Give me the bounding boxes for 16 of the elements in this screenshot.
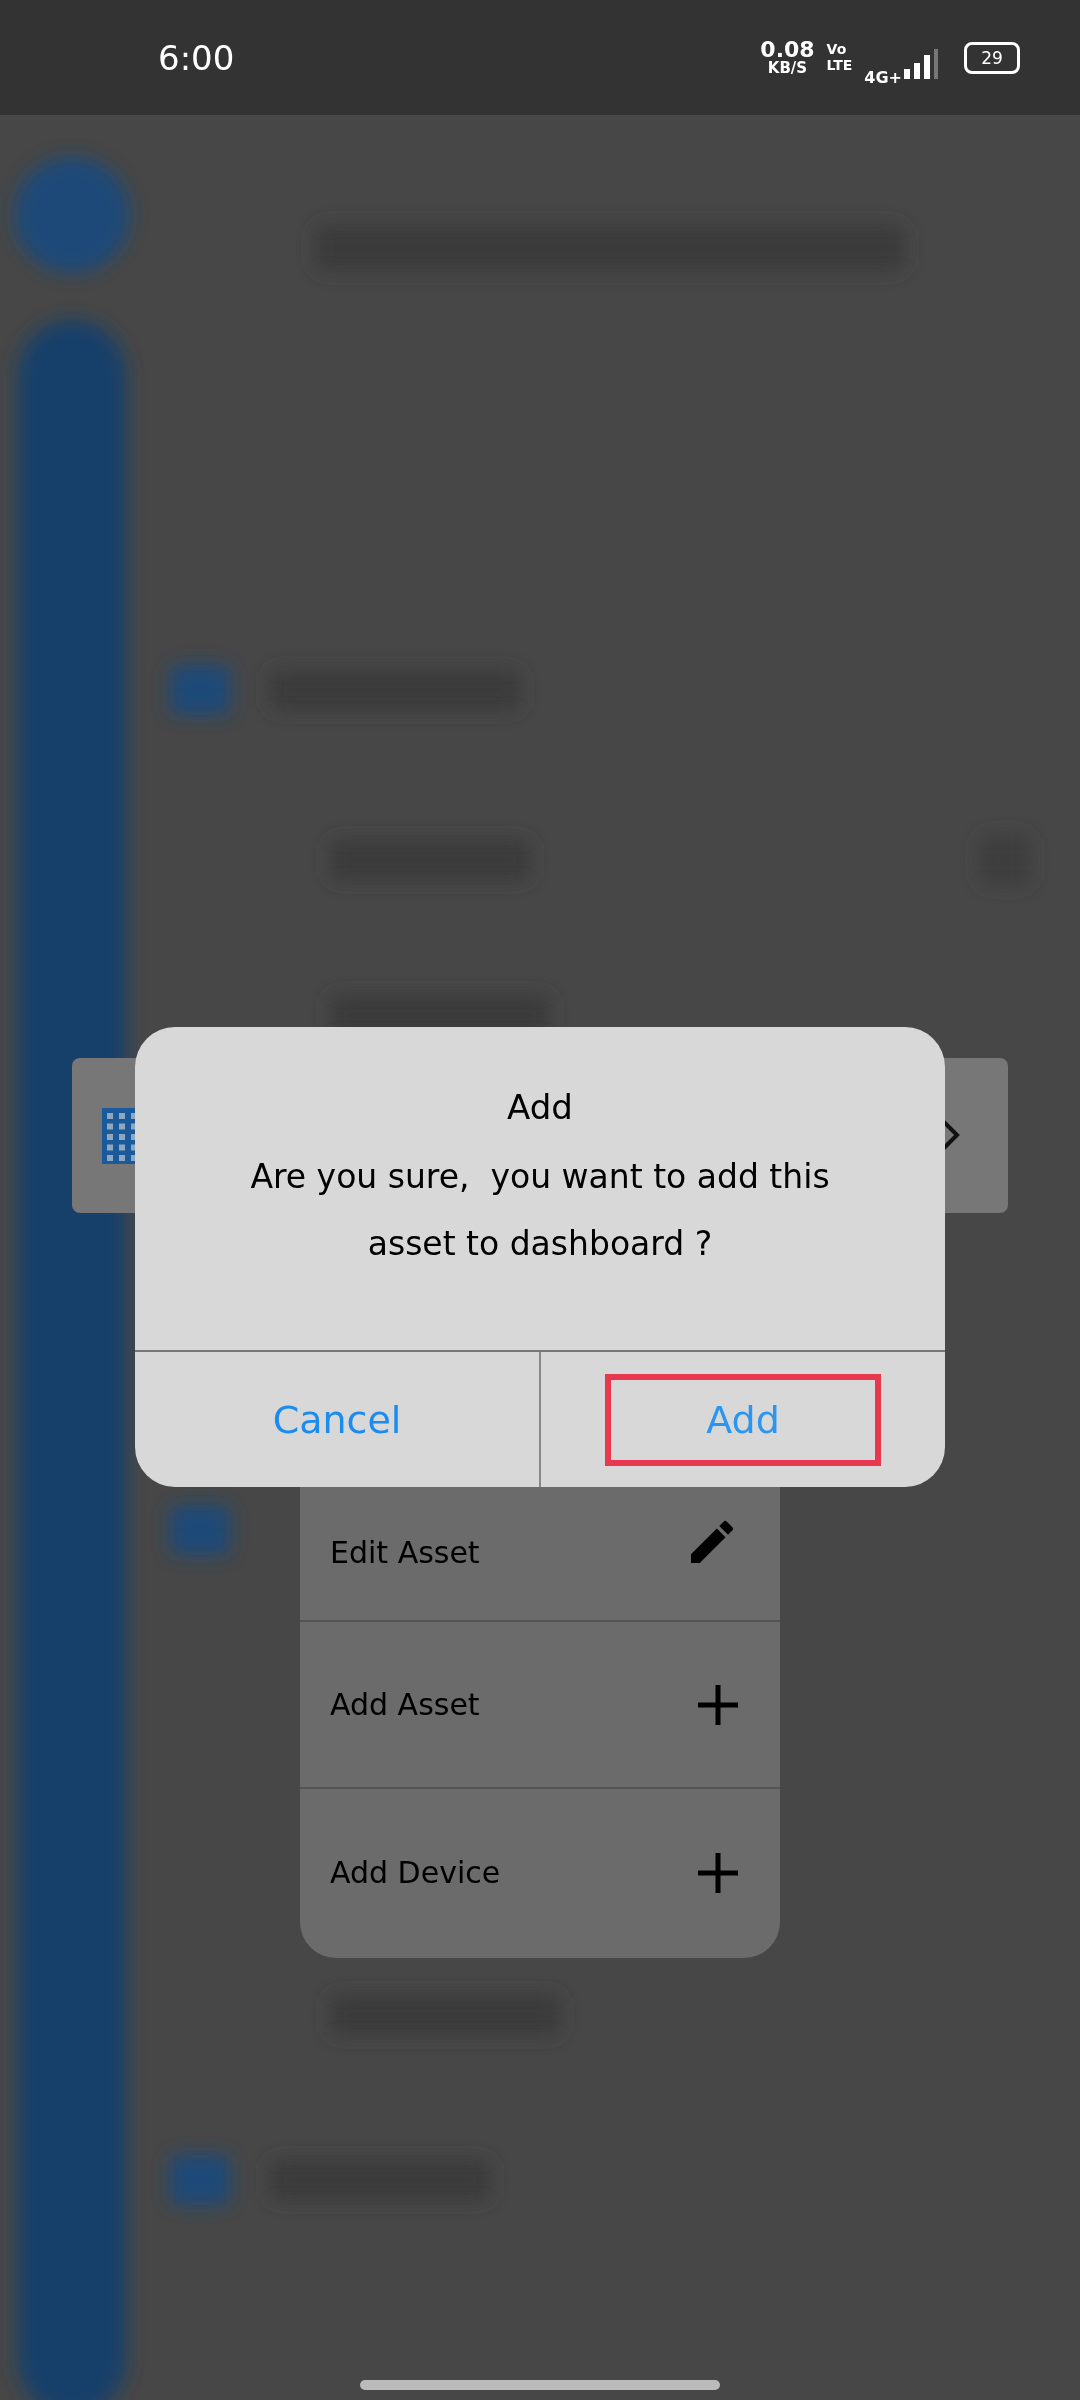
- plus-icon: [696, 1682, 740, 1727]
- clock-time: 6:00: [158, 37, 235, 78]
- dialog-message: Are you sure, you want to add this asset to dashboard ?: [249, 1156, 831, 1265]
- menu-item[interactable]: Add Device: [300, 1789, 780, 1956]
- dialog-title: Add: [507, 1087, 573, 1127]
- menu-item[interactable]: Add Asset: [300, 1622, 780, 1789]
- dialog-button[interactable]: Add: [605, 1373, 881, 1466]
- lte-label: LTE: [826, 57, 853, 73]
- network-speed: 0.08: [760, 39, 815, 61]
- volte-label: Vo: [826, 42, 848, 58]
- battery-icon: 29: [964, 41, 1020, 74]
- speed-unit: KB/S: [767, 61, 808, 76]
- plus-icon: [696, 1850, 740, 1895]
- chevron-right-icon: [942, 1120, 960, 1150]
- network-type: 4G+: [864, 68, 902, 87]
- signal-icon: [904, 48, 938, 79]
